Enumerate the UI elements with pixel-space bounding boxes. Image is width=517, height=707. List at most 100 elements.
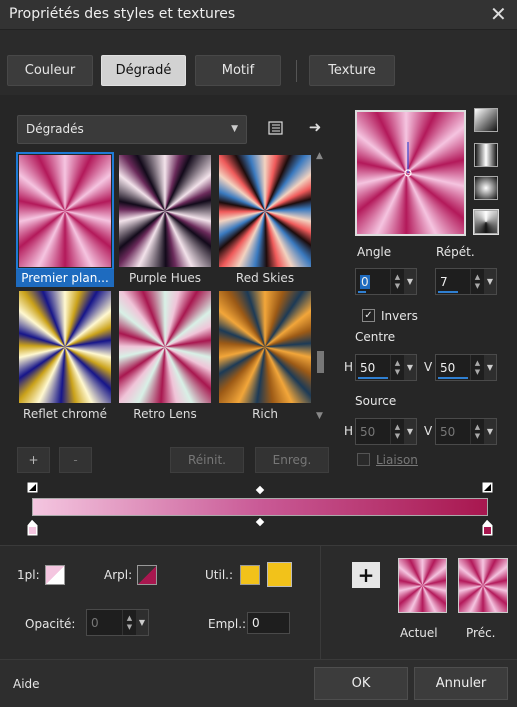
color-midpoint-marker[interactable] [255,517,265,527]
gradient-label: Retro Lens [133,407,197,421]
scroll-thumb[interactable] [317,351,324,373]
repeat-value[interactable]: 7 [436,275,470,289]
section-divider [0,545,517,546]
add-to-library-button[interactable]: + [352,562,380,588]
gradient-label: Rich [252,407,278,421]
repeat-label: Répét. [436,245,475,259]
location-label: Empl.: [208,617,247,631]
gradient-category-dropdown[interactable]: Dégradés ▼ [17,115,247,144]
center-v-value[interactable]: 50 [436,361,470,375]
source-h-label: H [344,424,354,438]
spin-arrows-icon[interactable]: ▲ ▼ [470,269,484,294]
opacity-midpoint-marker[interactable] [255,485,265,495]
linear-gradient-type-button[interactable] [474,108,498,132]
reset-button[interactable]: Réinit. [170,447,244,473]
user-color-swatch[interactable] [240,565,260,585]
gradient-preview[interactable] [355,110,466,236]
opacity-stop-right[interactable] [481,481,494,494]
chevron-down-icon[interactable]: ▼ [404,419,416,444]
previous-swatch[interactable] [458,558,508,613]
angle-label: Angle [357,245,392,259]
close-icon[interactable]: ✕ [490,2,507,26]
gradient-item-retro-lens[interactable]: Retro Lens [116,287,214,423]
chevron-down-icon[interactable]: ▼ [136,610,148,635]
chevron-down-icon[interactable]: ▼ [484,355,496,380]
link-checkbox[interactable] [357,453,370,466]
spin-arrows-icon[interactable]: ▲ ▼ [390,419,404,444]
spin-arrows-icon[interactable]: ▲ ▼ [470,355,484,380]
source-h-value[interactable]: 50 [356,425,390,439]
previous-label: Préc. [466,626,496,640]
chevron-down-icon[interactable]: ▼ [484,269,496,294]
spin-arrows-icon[interactable]: ▲ ▼ [390,269,404,294]
arrow-right-icon[interactable]: ➜ [305,117,325,137]
radial-gradient-type-button[interactable] [473,209,499,235]
source-v-label: V [424,424,433,438]
gradient-item-premier-plan[interactable]: Premier plan... [16,151,114,287]
gradient-swatch [219,291,311,403]
gradient-item-red-skies[interactable]: Red Skies [216,151,314,287]
add-gradient-button[interactable]: + [17,447,50,473]
chevron-down-icon[interactable]: ▼ [484,419,496,444]
source-h-spinbox[interactable]: 50 ▲ ▼ ▼ [355,418,417,445]
remove-gradient-button[interactable]: - [59,447,92,473]
chevron-down-icon[interactable]: ▼ [404,355,416,380]
center-v-label: V [424,360,433,374]
ok-button[interactable]: OK [314,667,408,700]
spin-arrows-icon[interactable]: ▲ ▼ [122,610,136,635]
gradient-swatch [119,291,211,403]
scroll-down-icon[interactable]: ▼ [316,411,323,421]
gradient-bar[interactable] [32,498,488,516]
save-gradient-button[interactable]: Enreg. [255,447,329,473]
source-label: Source [355,394,397,408]
gradient-label: Red Skies [235,271,295,285]
user-color-picker[interactable] [267,562,292,587]
color-stop-right[interactable] [481,518,494,537]
tab-texture[interactable]: Texture [309,55,395,86]
spin-arrows-icon[interactable]: ▲ ▼ [470,419,484,444]
tab-separator [296,60,297,82]
angle-value[interactable]: 0 [360,274,370,289]
foreground-label: 1pl: [17,568,40,582]
opacity-label: Opacité: [25,617,76,631]
window-title: Propriétés des styles et textures [9,6,236,22]
help-link[interactable]: Aide [13,677,40,691]
gradient-label: Premier plan... [16,269,114,287]
location-input[interactable]: 0 [247,612,290,634]
gradient-swatch [219,155,311,267]
current-swatch[interactable] [398,558,447,613]
gradient-label: Purple Hues [129,271,201,285]
chevron-down-icon[interactable]: ▼ [404,269,416,294]
angle-spinbox[interactable]: 0 ▲ ▼ ▼ [355,268,417,295]
opacity-value[interactable]: 0 [87,616,122,630]
spin-arrows-icon[interactable]: ▲ ▼ [390,355,404,380]
background-stop-swatch[interactable] [137,565,157,585]
gradient-swatch [19,291,111,403]
source-v-value[interactable]: 50 [436,425,470,439]
cancel-button[interactable]: Annuler [414,667,508,700]
location-value[interactable]: 0 [248,616,289,630]
center-h-spinbox[interactable]: 50 ▲ ▼ ▼ [355,354,417,381]
tab-motif[interactable]: Motif [195,55,281,86]
gradient-item-purple-hues[interactable]: Purple Hues [116,151,214,287]
foreground-stop-swatch[interactable] [45,565,65,585]
opacity-stop-left[interactable] [26,481,39,494]
color-stop-left[interactable] [26,518,39,537]
center-h-label: H [344,360,354,374]
sunburst-gradient-type-button[interactable] [474,176,498,200]
repeat-spinbox[interactable]: 7 ▲ ▼ ▼ [435,268,497,295]
gradient-item-rich[interactable]: Rich [216,287,314,423]
center-v-spinbox[interactable]: 50 ▲ ▼ ▼ [435,354,497,381]
invert-checkbox[interactable]: ✓ [362,309,375,322]
source-v-spinbox[interactable]: 50 ▲ ▼ ▼ [435,418,497,445]
gradient-grid-scrollbar[interactable]: ▲ ▼ [315,151,327,423]
gradient-item-reflet-chrome[interactable]: Reflet chromé [16,287,114,423]
tab-degrade[interactable]: Dégradé [101,55,186,86]
gradient-menu-icon[interactable] [266,118,286,138]
tab-couleur[interactable]: Couleur [7,55,93,86]
gradient-swatch [119,155,211,267]
scroll-up-icon[interactable]: ▲ [316,151,323,161]
center-h-value[interactable]: 50 [356,361,390,375]
opacity-spinbox[interactable]: 0 ▲ ▼ ▼ [86,609,149,636]
rectangular-gradient-type-button[interactable] [474,143,498,167]
